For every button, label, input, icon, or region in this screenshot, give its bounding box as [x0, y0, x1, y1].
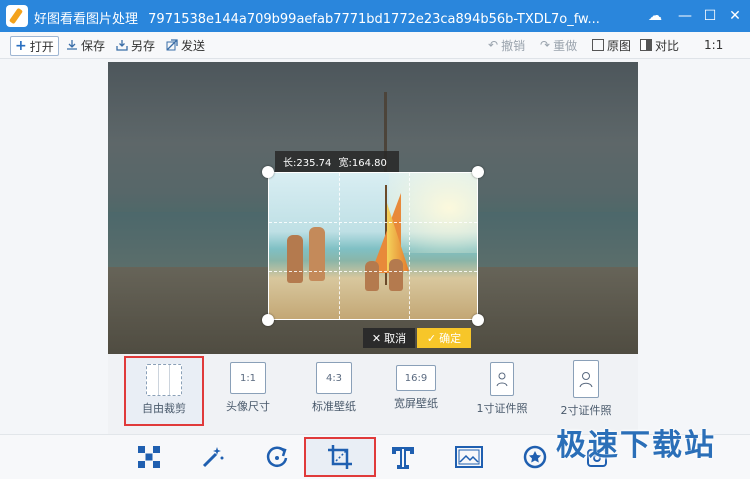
- crop-handle-bottom-left[interactable]: [262, 314, 274, 326]
- person-4: [389, 259, 403, 291]
- sticker-icon: [523, 445, 547, 469]
- frame-icon: [455, 446, 483, 468]
- undo-label: 撤销: [501, 38, 526, 53]
- preset-label: 2寸证件照: [560, 404, 612, 417]
- preset-label: 头像尺寸: [226, 400, 270, 413]
- preset-label: 自由裁剪: [142, 402, 186, 415]
- mosaic-icon: [138, 446, 160, 468]
- close-button[interactable]: ✕: [725, 6, 745, 26]
- preset-avatar[interactable]: 1:1 头像尺寸: [208, 356, 288, 426]
- ratio-1-1-icon: 1:1: [230, 362, 266, 394]
- sun-glow: [389, 173, 477, 253]
- ratio-button[interactable]: 1:1: [704, 36, 723, 54]
- magic-tool[interactable]: [196, 441, 230, 473]
- original-label: 原图: [607, 38, 632, 53]
- send-label: 发送: [181, 38, 206, 53]
- grid-line: [269, 222, 477, 223]
- save-as-label: 另存: [131, 38, 156, 53]
- minimize-button[interactable]: —: [675, 6, 695, 26]
- undo-button[interactable]: ↶ 撤销: [488, 36, 525, 54]
- dim-overlay-right: [478, 172, 638, 320]
- open-button[interactable]: + 打开: [10, 36, 59, 56]
- maximize-button[interactable]: ☐: [700, 6, 720, 26]
- close-icon: ✕: [371, 331, 382, 345]
- original-button[interactable]: 原图: [592, 36, 631, 54]
- toolbar: + 打开 保存 另存 发送 ↶ 撤销 ↷ 重做 原图 对比 1:1: [0, 32, 750, 59]
- rotate-tool[interactable]: [260, 441, 294, 473]
- check-icon: ✓: [426, 331, 437, 345]
- preset-1inch-photo[interactable]: 1寸证件照: [462, 356, 542, 426]
- crop-size-readout: 长:235.74 宽:164.80: [275, 151, 399, 172]
- send-icon: [166, 39, 178, 51]
- dim-overlay-left: [108, 172, 268, 320]
- crop-confirm-label: 确定: [439, 332, 462, 345]
- grid-line: [339, 173, 340, 319]
- rotate-icon: [266, 446, 288, 467]
- crop-length: 长:235.74: [283, 158, 332, 169]
- text-icon: [392, 447, 414, 469]
- ratio-16-9-icon: 16:9: [396, 365, 436, 391]
- preset-widescreen[interactable]: 16:9 宽屏壁纸: [376, 356, 456, 426]
- id-photo-icon: [490, 362, 514, 396]
- preset-label: 1寸证件照: [476, 402, 528, 415]
- save-as-button[interactable]: 另存: [116, 36, 155, 54]
- compare-label: 对比: [655, 38, 680, 53]
- file-name: 7971538e144a709b99aefab7771bd1772e23ca89…: [148, 12, 600, 27]
- app-logo-icon: [6, 5, 28, 27]
- app-name: 好图看看图片处理: [34, 12, 139, 27]
- site-watermark: 极速下载站: [556, 428, 716, 463]
- save-button[interactable]: 保存: [66, 36, 105, 54]
- image-canvas[interactable]: 长:235.74 宽:164.80 ✕ 取消 ✓ 确定: [108, 62, 638, 354]
- window-title: 好图看看图片处理 7971538e144a709b99aefab7771bd17…: [34, 8, 600, 27]
- id-photo-icon: [573, 360, 599, 398]
- free-crop-icon: [146, 364, 182, 396]
- undo-icon: ↶: [488, 38, 499, 52]
- text-tool[interactable]: [386, 441, 420, 473]
- cloud-icon[interactable]: ☁: [645, 6, 665, 26]
- compare-button[interactable]: 对比: [640, 36, 679, 54]
- mosaic-tool[interactable]: [132, 441, 166, 473]
- preset-label: 宽屏壁纸: [394, 397, 438, 410]
- preset-2inch-photo[interactable]: 2寸证件照: [546, 356, 626, 426]
- crop-selection[interactable]: [268, 172, 478, 320]
- crop-handle-bottom-right[interactable]: [472, 314, 484, 326]
- person-1: [287, 235, 303, 283]
- redo-button[interactable]: ↷ 重做: [540, 36, 577, 54]
- preset-label: 标准壁纸: [312, 400, 356, 413]
- grid-line: [409, 173, 410, 319]
- save-as-icon: [116, 40, 128, 51]
- redo-icon: ↷: [540, 38, 551, 52]
- crop-tool[interactable]: [304, 437, 376, 477]
- frame-tool[interactable]: [452, 441, 486, 473]
- crop-icon: [328, 445, 352, 469]
- original-icon: [592, 39, 604, 51]
- plus-icon: +: [15, 38, 27, 54]
- download-icon: [67, 40, 77, 50]
- crop-cancel-button[interactable]: ✕ 取消: [363, 328, 415, 348]
- person-2: [309, 227, 325, 281]
- save-label: 保存: [81, 38, 106, 53]
- open-label: 打开: [29, 39, 54, 54]
- crop-confirm-button[interactable]: ✓ 确定: [417, 328, 471, 348]
- crop-cancel-label: 取消: [384, 332, 407, 345]
- magic-wand-icon: [202, 447, 224, 468]
- ratio-4-3-icon: 4:3: [316, 362, 352, 394]
- crop-handle-top-left[interactable]: [262, 166, 274, 178]
- crop-handle-top-right[interactable]: [472, 166, 484, 178]
- sticker-tool[interactable]: [518, 441, 552, 473]
- crop-width: 宽:164.80: [338, 158, 387, 169]
- send-button[interactable]: 发送: [166, 36, 205, 54]
- grid-line: [269, 271, 477, 272]
- preset-free-crop[interactable]: 自由裁剪: [124, 356, 204, 426]
- title-bar: 好图看看图片处理 7971538e144a709b99aefab7771bd17…: [0, 0, 750, 32]
- person-3: [365, 261, 379, 291]
- preset-standard[interactable]: 4:3 标准壁纸: [294, 356, 374, 426]
- redo-label: 重做: [553, 38, 578, 53]
- compare-icon: [640, 39, 652, 51]
